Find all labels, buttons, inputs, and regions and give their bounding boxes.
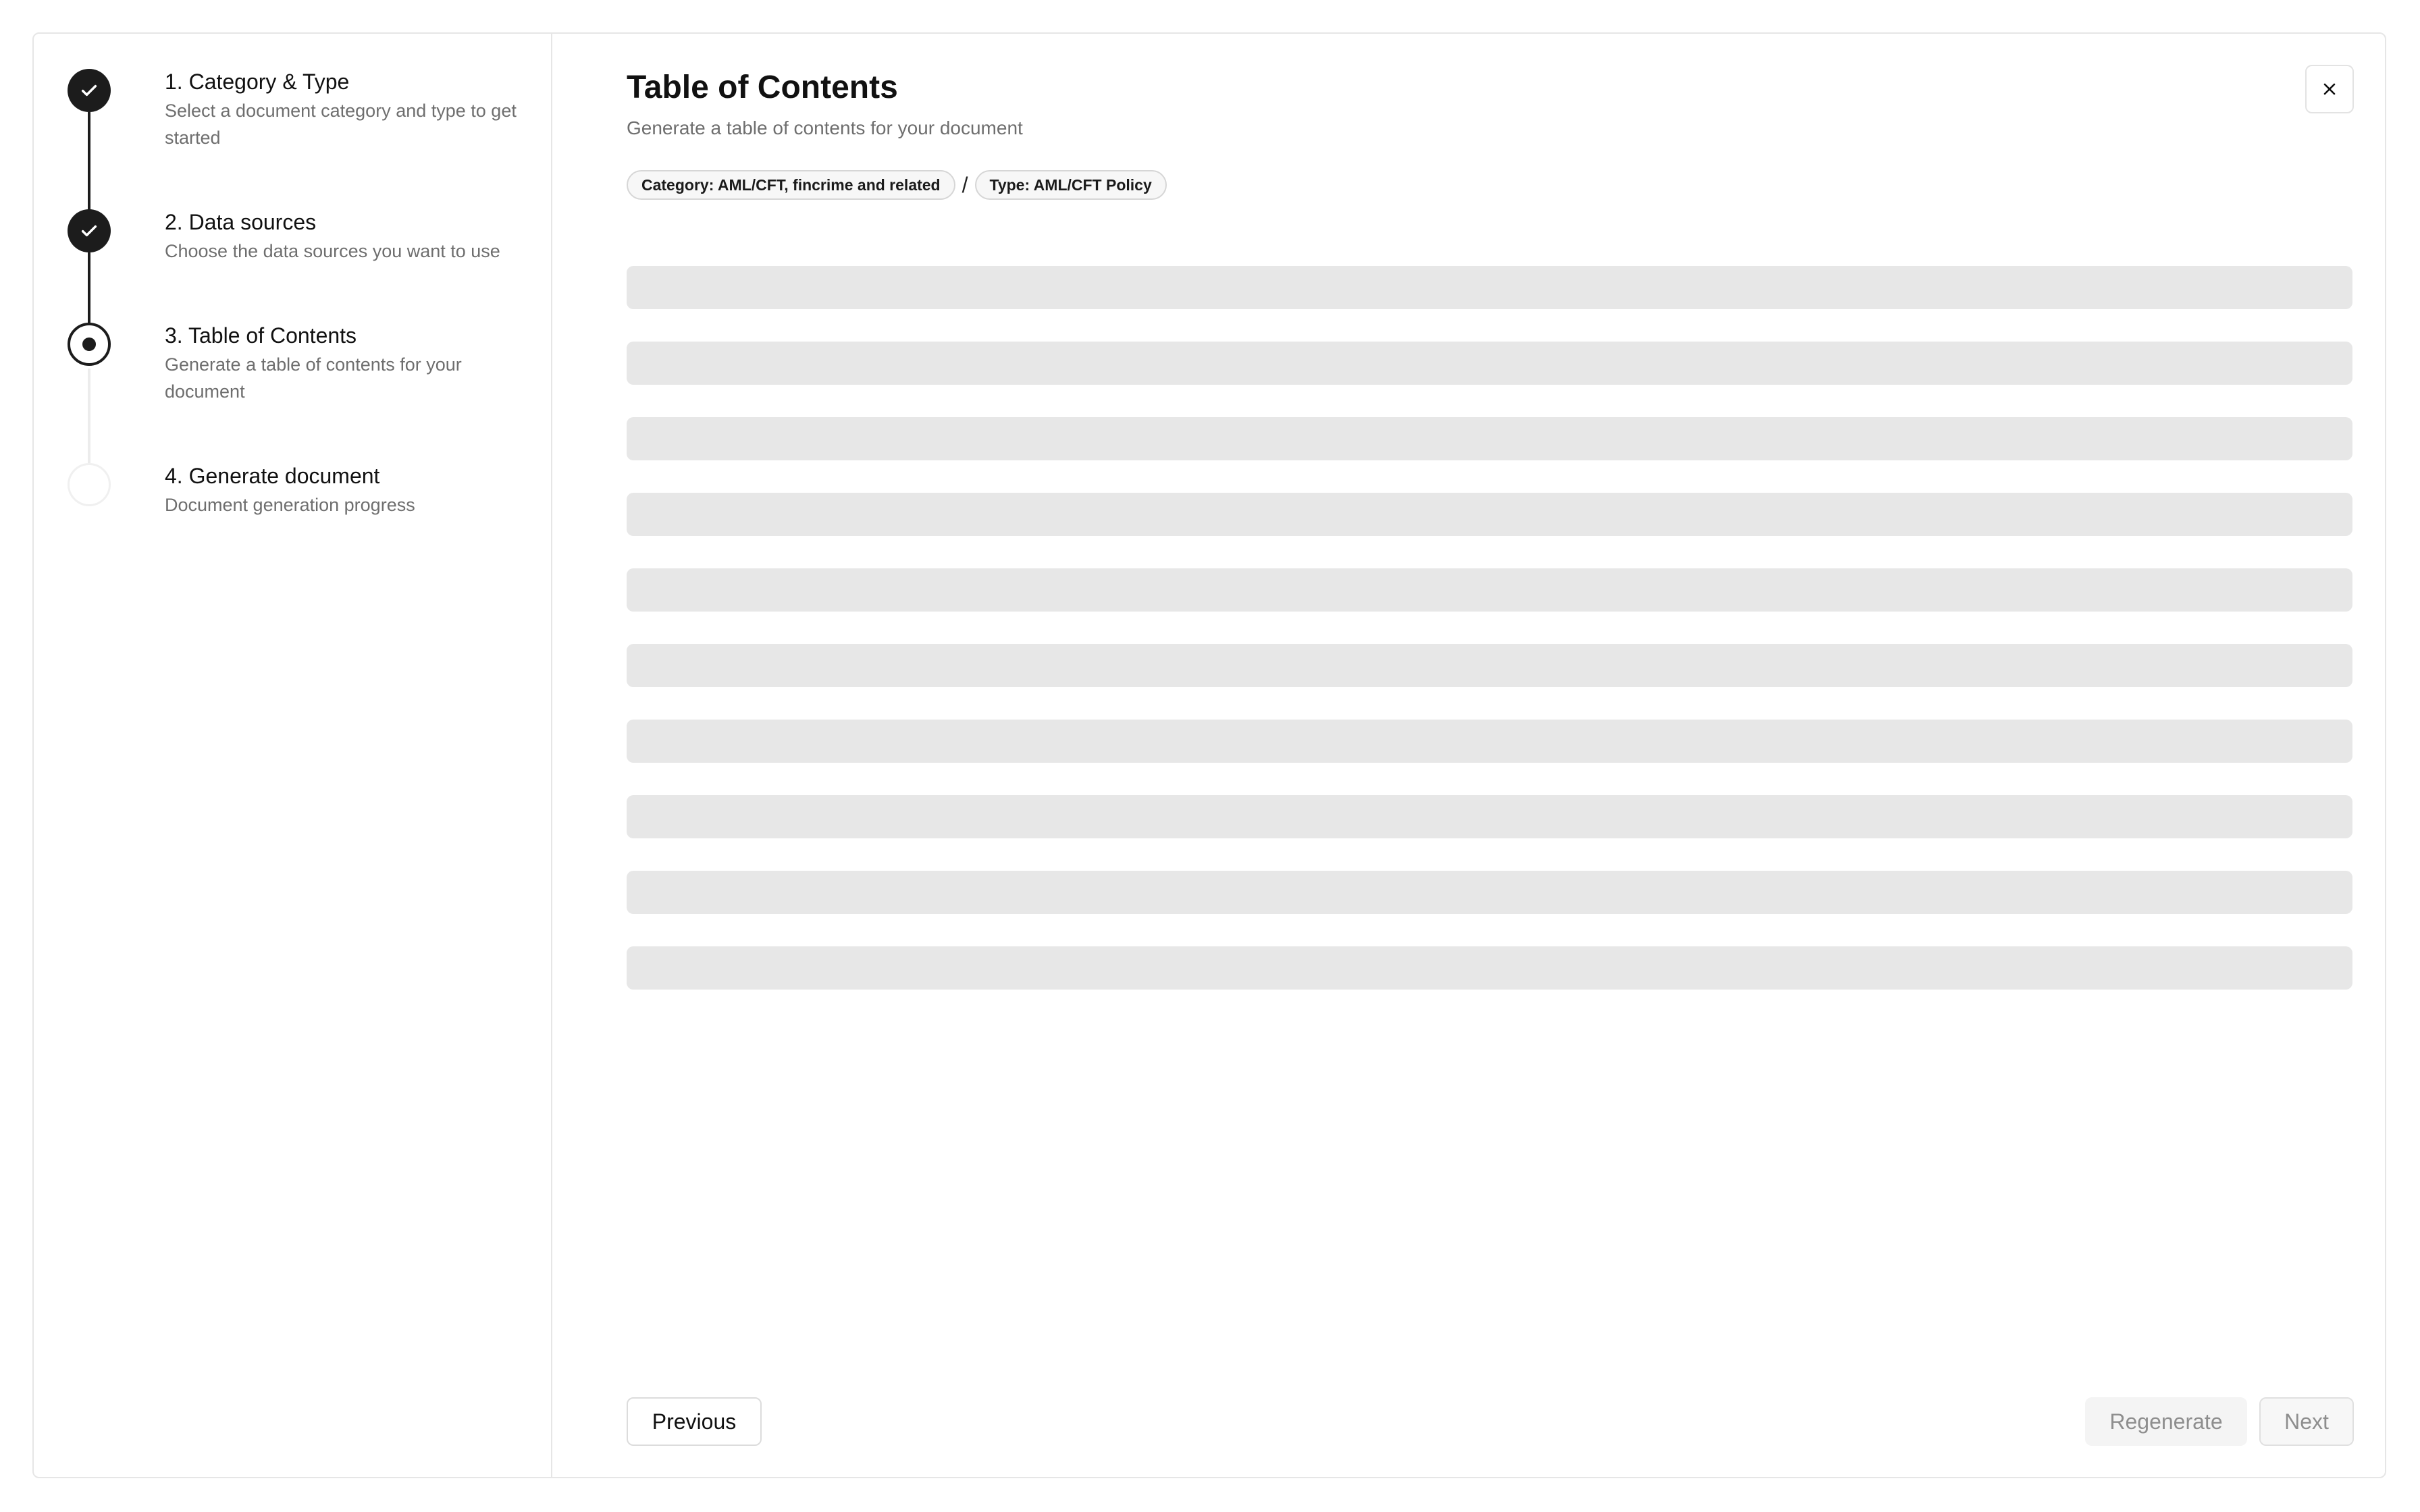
check-icon [81,225,97,237]
step-title: 4. Generate document [165,464,380,488]
step-generate-document[interactable]: 4. Generate document Document generation… [34,428,552,536]
page-subtitle: Generate a table of contents for your do… [627,117,1023,138]
document-wizard-dialog: 1. Category & Type Select a document cat… [32,32,2386,1478]
close-icon [2323,83,2336,95]
step-title: 2. Data sources [165,210,317,234]
step-pending-marker [68,463,111,506]
dot-icon [82,338,96,351]
skeleton-row [627,720,2352,763]
step-completed-marker [68,209,111,252]
step-data-sources[interactable]: 2. Data sources Choose the data sources … [34,174,552,282]
regenerate-button[interactable]: Regenerate [2085,1397,2247,1446]
page-title: Table of Contents [627,70,898,105]
skeleton-row [627,946,2352,990]
step-title: 3. Table of Contents [165,323,357,348]
tag-separator: / [962,172,968,197]
next-button[interactable]: Next [2259,1397,2354,1446]
skeleton-row [627,342,2352,385]
skeleton-row [627,795,2352,838]
skeleton-row [627,568,2352,612]
category-tag: Category: AML/CFT, fincrime and related [627,170,955,200]
type-tag: Type: AML/CFT Policy [974,170,1167,200]
step-category-type[interactable]: 1. Category & Type Select a document cat… [34,34,552,176]
check-icon [81,84,97,97]
step-description: Generate a table of contents for your do… [165,354,462,402]
step-current-marker [68,323,111,366]
skeleton-row [627,493,2352,536]
step-description: Select a document category and type to g… [165,101,517,148]
step-completed-marker [68,69,111,112]
skeleton-row [627,644,2352,687]
close-button[interactable] [2305,65,2354,113]
selection-tags: Category: AML/CFT, fincrime and related … [627,170,1167,200]
step-title: 1. Category & Type [165,70,350,94]
step-table-of-contents[interactable]: 3. Table of Contents Generate a table of… [34,288,552,423]
skeleton-row [627,266,2352,309]
stepper-sidebar: 1. Category & Type Select a document cat… [34,34,552,1477]
main-panel: Table of Contents Generate a table of co… [552,34,2385,1477]
previous-button[interactable]: Previous [627,1397,762,1446]
step-description: Choose the data sources you want to use [165,241,500,261]
toc-loading-skeleton [627,266,2352,1022]
step-description: Document generation progress [165,495,415,515]
skeleton-row [627,417,2352,460]
skeleton-row [627,871,2352,914]
